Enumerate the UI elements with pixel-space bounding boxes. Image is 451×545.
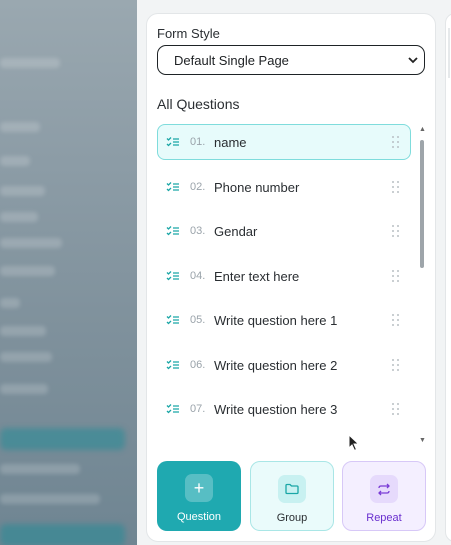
- add-repeat-button[interactable]: Repeat: [342, 461, 426, 531]
- drag-handle-icon[interactable]: [392, 270, 400, 284]
- checklist-icon: [166, 136, 180, 148]
- add-question-button[interactable]: + Question: [157, 461, 241, 531]
- scrollbar-thumb[interactable]: [420, 140, 424, 268]
- checklist-icon: [166, 181, 180, 193]
- form-style-value: Default Single Page: [174, 52, 289, 68]
- question-list: 01. name 02. Phone number 03. Gendar 04.…: [157, 124, 413, 444]
- checklist-icon: [166, 359, 180, 371]
- drag-handle-icon[interactable]: [392, 181, 400, 195]
- question-item[interactable]: 04. Enter text here: [157, 258, 411, 294]
- question-text: Write question here 2: [214, 357, 338, 373]
- drag-handle-icon[interactable]: [392, 225, 400, 239]
- question-number: 05.: [190, 314, 206, 326]
- question-text: Phone number: [214, 179, 300, 195]
- background-overlay: [0, 0, 137, 545]
- form-style-select[interactable]: Default Single Page: [157, 45, 425, 75]
- question-item[interactable]: 01. name: [157, 124, 411, 160]
- question-text: Write question here 1: [214, 312, 338, 328]
- question-number: 06.: [190, 359, 206, 371]
- group-button-label: Group: [276, 512, 308, 524]
- question-number: 04.: [190, 270, 206, 282]
- question-item[interactable]: 06. Write question here 2: [157, 347, 411, 383]
- question-item[interactable]: 03. Gendar: [157, 213, 411, 249]
- question-text: Enter text here: [214, 268, 300, 284]
- drag-handle-icon[interactable]: [392, 314, 400, 328]
- question-number: 02.: [190, 181, 206, 193]
- repeat-button-label: Repeat: [366, 512, 402, 524]
- drag-handle-icon[interactable]: [392, 359, 400, 373]
- drag-handle-icon[interactable]: [392, 403, 400, 417]
- question-list-scrollbar[interactable]: ▲ ▼: [418, 126, 426, 444]
- side-panel: Form Style Default Single Page All Quest…: [137, 0, 451, 545]
- folder-icon: [278, 475, 306, 503]
- question-number: 07.: [190, 403, 206, 415]
- plus-icon: +: [185, 474, 213, 502]
- question-text: name: [214, 134, 247, 150]
- scroll-down-icon[interactable]: ▼: [419, 437, 426, 444]
- chevron-down-icon: [408, 56, 418, 63]
- adjacent-panel-edge: [445, 13, 451, 542]
- checklist-icon: [166, 225, 180, 237]
- question-item[interactable]: 05. Write question here 1: [157, 302, 411, 338]
- question-text: Gendar: [214, 223, 258, 239]
- checklist-icon: [166, 270, 180, 282]
- drag-handle-icon[interactable]: [392, 136, 400, 150]
- checklist-icon: [166, 314, 180, 326]
- repeat-icon: [370, 475, 398, 503]
- scroll-up-icon[interactable]: ▲: [419, 126, 426, 133]
- add-group-button[interactable]: Group: [250, 461, 334, 531]
- mouse-cursor-icon: [348, 434, 360, 452]
- question-button-label: Question: [176, 511, 222, 523]
- question-item[interactable]: 02. Phone number: [157, 169, 411, 205]
- question-text: Write question here 3: [214, 401, 338, 417]
- checklist-icon: [166, 403, 180, 415]
- question-number: 01.: [190, 136, 206, 148]
- question-number: 03.: [190, 225, 206, 237]
- all-questions-heading: All Questions: [157, 96, 240, 112]
- question-panel: Form Style Default Single Page All Quest…: [146, 13, 436, 542]
- form-style-label: Form Style: [157, 26, 220, 41]
- question-item[interactable]: 07. Write question here 3: [157, 391, 411, 427]
